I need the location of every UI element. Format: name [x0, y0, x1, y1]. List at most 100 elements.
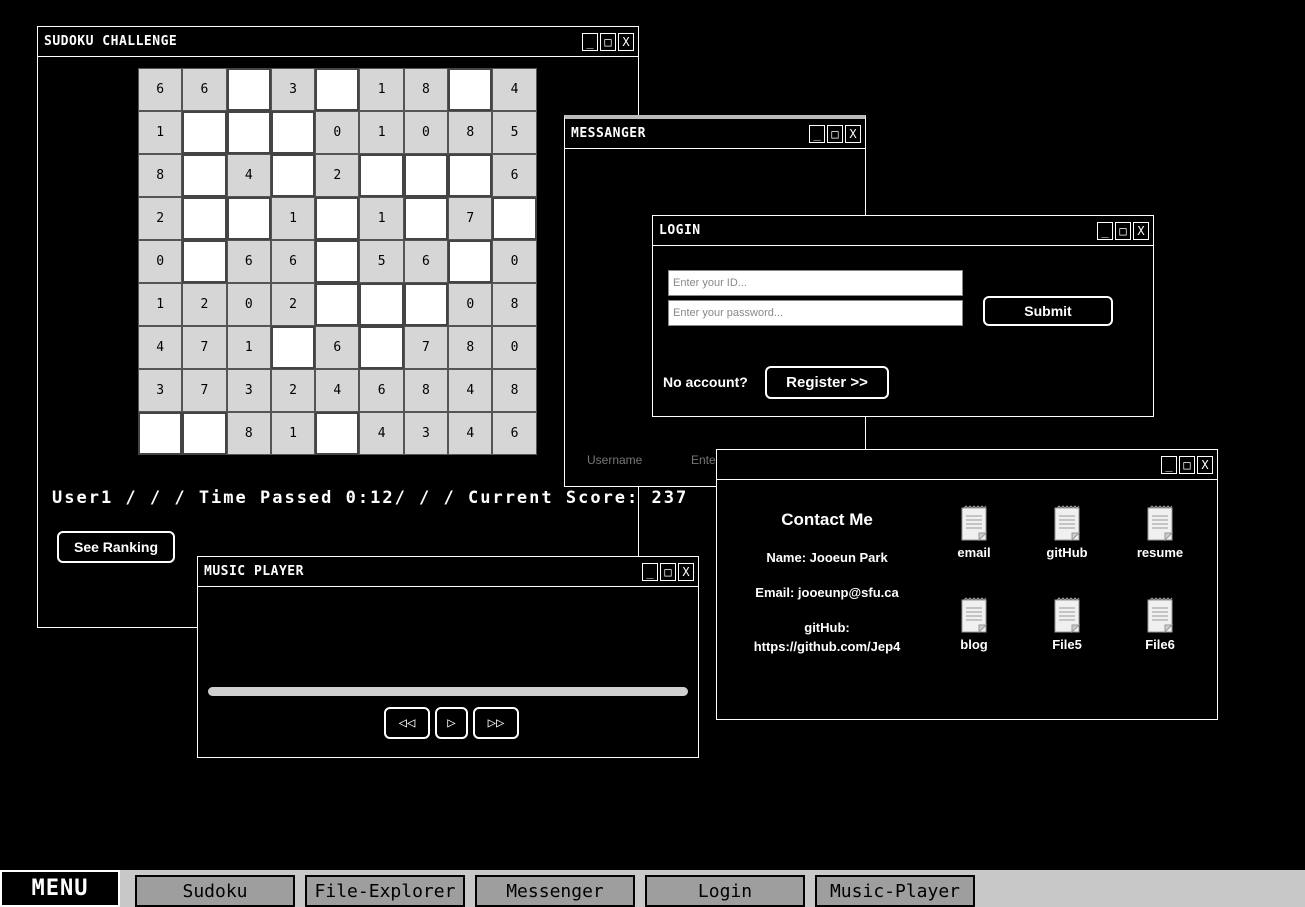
minimize-button[interactable]: _: [642, 563, 658, 581]
file-item[interactable]: File6: [1120, 597, 1200, 652]
submit-button[interactable]: Submit: [983, 296, 1113, 326]
sudoku-input-cell[interactable]: [138, 412, 183, 455]
sudoku-cell: 6: [270, 240, 316, 283]
sudoku-cell: 2: [138, 197, 183, 240]
sudoku-title: SUDOKU CHALLENGE: [44, 34, 178, 49]
sudoku-input-cell[interactable]: [403, 197, 449, 240]
password-input[interactable]: Enter your password...: [668, 300, 963, 326]
sudoku-input-cell[interactable]: [403, 154, 449, 197]
document-icon: [1147, 597, 1173, 633]
sudoku-grid: 6631841010858426211706656012020847167803…: [138, 68, 537, 455]
close-button[interactable]: X: [1197, 456, 1213, 474]
file-item[interactable]: resume: [1120, 505, 1200, 560]
sudoku-input-cell[interactable]: [359, 326, 404, 369]
file-item[interactable]: gitHub: [1027, 505, 1107, 560]
file-item[interactable]: File5: [1027, 597, 1107, 652]
sudoku-cell: 7: [182, 326, 227, 369]
file-item[interactable]: email: [934, 505, 1014, 560]
sudoku-input-cell[interactable]: [270, 154, 316, 197]
file-label: File5: [1052, 637, 1082, 652]
document-icon: [1147, 505, 1173, 541]
sudoku-cell: 8: [226, 412, 271, 455]
maximize-button[interactable]: □: [660, 563, 676, 581]
sudoku-input-cell[interactable]: [182, 240, 227, 283]
sudoku-input-cell[interactable]: [182, 197, 227, 240]
sudoku-input-cell[interactable]: [182, 111, 227, 154]
maximize-button[interactable]: □: [827, 125, 843, 143]
taskbar-item-file-explorer[interactable]: File-Explorer: [305, 875, 465, 907]
sudoku-input-cell[interactable]: [226, 68, 271, 111]
sudoku-input-cell[interactable]: [315, 412, 360, 455]
sudoku-cell: 6: [359, 369, 404, 412]
sudoku-input-cell[interactable]: [182, 412, 227, 455]
maximize-button[interactable]: □: [1179, 456, 1195, 474]
minimize-button[interactable]: _: [809, 125, 825, 143]
sudoku-input-cell[interactable]: [270, 326, 316, 369]
sudoku-input-cell[interactable]: [359, 154, 404, 197]
document-icon: [961, 505, 987, 541]
username-input[interactable]: Username: [587, 453, 642, 467]
id-input[interactable]: Enter your ID...: [668, 270, 963, 296]
sudoku-input-cell[interactable]: [359, 283, 404, 326]
taskbar-item-sudoku[interactable]: Sudoku: [135, 875, 295, 907]
sudoku-titlebar[interactable]: SUDOKU CHALLENGE _ □ X: [38, 27, 638, 57]
sudoku-input-cell[interactable]: [226, 197, 271, 240]
sudoku-input-cell[interactable]: [448, 68, 493, 111]
close-button[interactable]: X: [845, 125, 861, 143]
sudoku-cell: 4: [226, 154, 271, 197]
sudoku-cell: 4: [359, 412, 404, 455]
sudoku-input-cell[interactable]: [315, 197, 360, 240]
close-button[interactable]: X: [1133, 222, 1149, 240]
contact-name: Name: Jooeun Park: [766, 550, 888, 565]
messenger-titlebar[interactable]: MESSANGER _ □ X: [565, 119, 865, 149]
play-button[interactable]: ▷: [435, 707, 468, 739]
sudoku-cell: 8: [403, 369, 449, 412]
playback-progress-bar[interactable]: [208, 687, 688, 696]
register-button[interactable]: Register >>: [765, 366, 889, 399]
contact-github-url[interactable]: https://github.com/Jep4: [717, 639, 937, 654]
taskbar-item-music-player[interactable]: Music-Player: [815, 875, 975, 907]
login-titlebar[interactable]: LOGIN _ □ X: [653, 216, 1153, 246]
sudoku-cell: 7: [448, 197, 493, 240]
sudoku-input-cell[interactable]: [315, 240, 360, 283]
login-title: LOGIN: [659, 223, 701, 238]
minimize-button[interactable]: _: [1097, 222, 1113, 240]
sudoku-cell: 0: [315, 111, 360, 154]
sudoku-cell: 4: [315, 369, 360, 412]
minimize-button[interactable]: _: [1161, 456, 1177, 474]
file-explorer-titlebar[interactable]: _ □ X: [717, 450, 1217, 480]
file-explorer-window: _ □ X Contact Me Name: Jooeun Park Email…: [716, 449, 1218, 720]
rewind-button[interactable]: ◁◁: [384, 707, 430, 739]
file-item[interactable]: blog: [934, 597, 1014, 652]
sudoku-input-cell[interactable]: [315, 68, 360, 111]
see-ranking-button[interactable]: See Ranking: [57, 531, 175, 563]
menu-button[interactable]: MENU: [0, 870, 120, 907]
sudoku-cell: 3: [138, 369, 183, 412]
sudoku-input-cell[interactable]: [403, 283, 449, 326]
taskbar-item-login[interactable]: Login: [645, 875, 805, 907]
maximize-button[interactable]: □: [600, 33, 616, 51]
sudoku-cell: 1: [270, 412, 316, 455]
sudoku-input-cell[interactable]: [448, 240, 493, 283]
sudoku-input-cell[interactable]: [448, 154, 493, 197]
sudoku-input-cell[interactable]: [315, 283, 360, 326]
sudoku-input-cell[interactable]: [226, 111, 271, 154]
taskbar-item-messenger[interactable]: Messenger: [475, 875, 635, 907]
close-button[interactable]: X: [618, 33, 634, 51]
sudoku-cell: 0: [492, 326, 537, 369]
sudoku-cell: 2: [270, 283, 316, 326]
music-player-titlebar[interactable]: MUSIC PLAYER _ □ X: [198, 557, 698, 587]
document-icon: [1054, 597, 1080, 633]
sudoku-cell: 1: [226, 326, 271, 369]
sudoku-input-cell[interactable]: [182, 154, 227, 197]
sudoku-input-cell[interactable]: [492, 197, 537, 240]
file-label: File6: [1145, 637, 1175, 652]
minimize-button[interactable]: _: [582, 33, 598, 51]
sudoku-cell: 0: [492, 240, 537, 283]
document-icon: [961, 597, 987, 633]
fast-forward-button[interactable]: ▷▷: [473, 707, 519, 739]
sudoku-cell: 6: [492, 412, 537, 455]
close-button[interactable]: X: [678, 563, 694, 581]
sudoku-input-cell[interactable]: [270, 111, 316, 154]
maximize-button[interactable]: □: [1115, 222, 1131, 240]
